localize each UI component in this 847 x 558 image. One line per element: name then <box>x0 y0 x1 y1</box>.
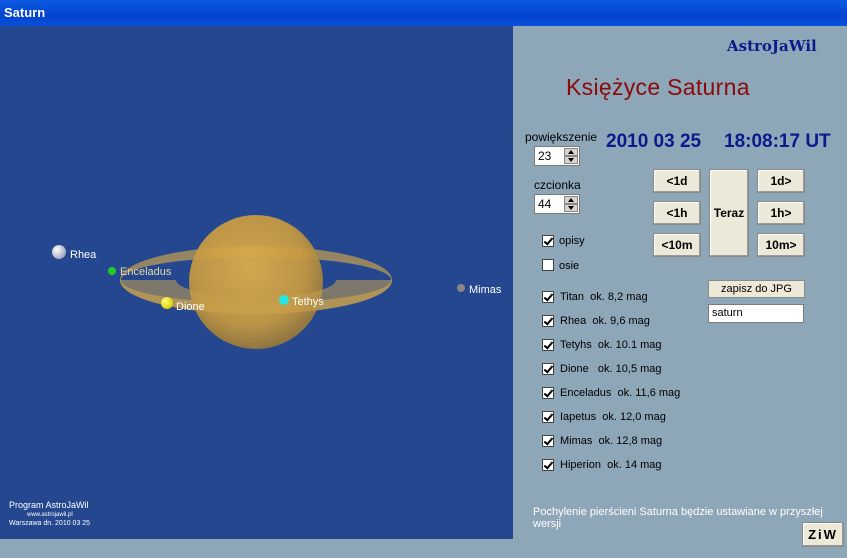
credits-website: www.astrojawil.pl <box>27 512 73 518</box>
moon-tethys <box>279 295 289 305</box>
moon-row-mimas: Mimas ok. 12,8 mag <box>560 435 662 447</box>
moon-name: Tetyhs <box>560 339 592 351</box>
minus-10min-button[interactable]: <10m <box>653 233 701 257</box>
moon-name: Mimas <box>560 435 593 447</box>
moon-checkbox-hiperion[interactable] <box>542 459 554 471</box>
plus-hour-button[interactable]: 1h> <box>757 201 805 225</box>
font-value: 44 <box>538 197 552 211</box>
window-titlebar: Saturn <box>0 0 847 26</box>
moon-name: Titan <box>560 291 585 303</box>
moon-mag: ok. 10,5 mag <box>597 363 662 375</box>
descriptions-label: opisy <box>559 235 585 247</box>
label-tethys: Tethys <box>292 296 324 308</box>
ziw-button[interactable]: ZiW <box>802 522 844 547</box>
moon-checkbox-dione[interactable] <box>542 363 554 375</box>
axes-label: osie <box>559 260 580 272</box>
moon-row-rhea: Rhea ok. 9,6 mag <box>560 315 650 327</box>
date-display: 2010 03 25 <box>606 131 702 152</box>
font-up-arrow-icon[interactable] <box>564 196 578 204</box>
brand-logo: AstroJaWil <box>727 37 817 55</box>
time-display: 18:08:17 UT <box>724 131 831 152</box>
window-title: Saturn <box>4 5 46 20</box>
moon-mag: ok. 12,0 mag <box>602 411 666 423</box>
moon-name: Dione <box>560 363 589 375</box>
label-dione: Dione <box>176 301 205 313</box>
page-title: Księżyce Saturna <box>566 74 750 100</box>
moon-checkbox-enceladus[interactable] <box>542 387 554 399</box>
minus-day-button[interactable]: <1d <box>653 169 701 193</box>
saturn-view-canvas[interactable]: Rhea Enceladus Dione Tethys Mimas Progra… <box>0 26 513 539</box>
saturn-scene <box>52 215 465 349</box>
zoom-up-arrow-icon[interactable] <box>564 148 578 156</box>
plus-10min-button[interactable]: 10m> <box>757 233 805 257</box>
ring-tilt-note: Pochylenie pierścieni Saturna będzie ust… <box>533 506 823 530</box>
moon-dione <box>161 297 173 309</box>
moon-enceladus <box>108 267 116 275</box>
moon-mag: ok. 14 mag <box>607 459 662 471</box>
zoom-label: powiększenie <box>525 130 598 144</box>
moon-row-dione: Dione ok. 10,5 mag <box>560 363 662 375</box>
moon-row-iapetus: Iapetus ok. 12,0 mag <box>560 411 666 423</box>
zoom-down-arrow-icon[interactable] <box>564 156 578 164</box>
moon-checkbox-titan[interactable] <box>542 291 554 303</box>
axes-checkbox[interactable] <box>542 259 554 271</box>
moon-row-titan: Titan ok. 8,2 mag <box>560 291 648 303</box>
saturn-planet <box>189 215 323 349</box>
font-down-arrow-icon[interactable] <box>564 204 578 212</box>
zoom-stepper[interactable]: 23 <box>534 146 580 166</box>
filename-input[interactable]: saturn <box>708 304 804 323</box>
moon-rhea <box>52 245 66 259</box>
font-label: czcionka <box>534 178 581 192</box>
credits-program: Program AstroJaWil <box>9 500 89 510</box>
moon-row-tethys: Tetyhs ok. 10.1 mag <box>560 339 662 351</box>
now-button[interactable]: Teraz <box>709 169 749 257</box>
moon-name: Hiperion <box>560 459 601 471</box>
moon-mimas <box>457 284 465 292</box>
moon-checkbox-mimas[interactable] <box>542 435 554 447</box>
plus-day-button[interactable]: 1d> <box>757 169 805 193</box>
credits-date: Warszawa dn. 2010 03 25 <box>9 520 91 527</box>
moon-row-enceladus: Enceladus ok. 11,6 mag <box>560 387 680 399</box>
moon-checkbox-iapetus[interactable] <box>542 411 554 423</box>
canvas-bottom-strip <box>0 539 513 558</box>
moon-name: Enceladus <box>560 387 612 399</box>
save-jpg-button[interactable]: zapisz do JPG <box>708 280 805 298</box>
descriptions-checkbox[interactable] <box>542 235 554 247</box>
minus-hour-button[interactable]: <1h <box>653 201 701 225</box>
moon-mag: ok. 11,6 mag <box>617 387 681 399</box>
label-enceladus: Enceladus <box>120 266 172 278</box>
moon-checkbox-rhea[interactable] <box>542 315 554 327</box>
moon-mag: ok. 8,2 mag <box>590 291 648 303</box>
moon-name: Iapetus <box>560 411 597 423</box>
moon-checkbox-tethys[interactable] <box>542 339 554 351</box>
moon-mag: ok. 12,8 mag <box>598 435 663 447</box>
moon-row-hiperion: Hiperion ok. 14 mag <box>560 459 662 471</box>
moon-mag: ok. 10.1 mag <box>597 339 662 351</box>
moon-name: Rhea <box>560 315 587 327</box>
label-rhea: Rhea <box>70 249 97 261</box>
label-mimas: Mimas <box>469 284 502 296</box>
font-stepper[interactable]: 44 <box>534 194 580 214</box>
moon-mag: ok. 9,6 mag <box>592 315 650 327</box>
zoom-value: 23 <box>538 149 552 163</box>
